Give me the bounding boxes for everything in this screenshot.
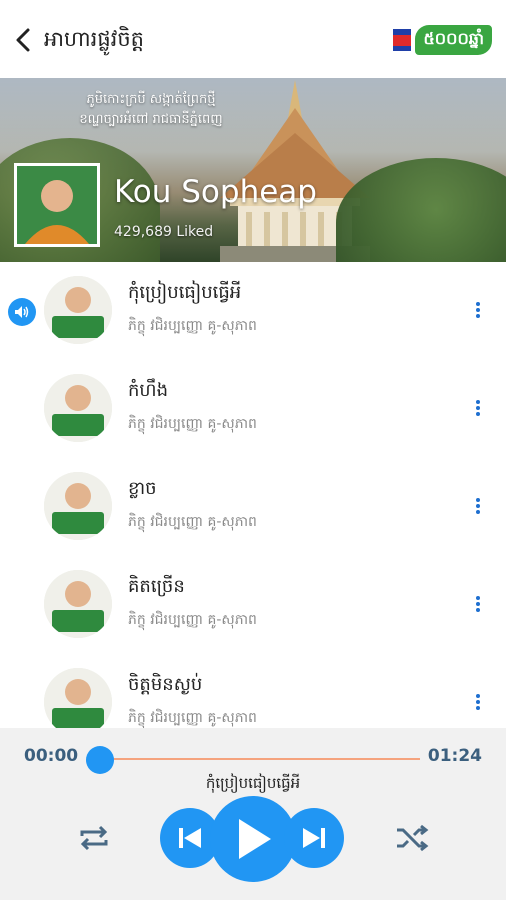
track-thumbnail	[44, 374, 112, 442]
repeat-icon	[80, 825, 108, 851]
duration: 01:24	[427, 746, 482, 766]
now-playing-title: កុំប្រៀបធៀបធ្វើអី	[205, 774, 301, 792]
back-button[interactable]	[10, 22, 36, 58]
track-row[interactable]: គិតច្រើន ភិក្ខុ វជិរប្បញ្ញោ គូ-សុភាព	[0, 556, 506, 654]
track-artist: ភិក្ខុ វជិរប្បញ្ញោ គូ-សុភាព	[128, 318, 257, 334]
skip-previous-icon	[179, 828, 201, 848]
page-title: អាហារផ្លូវចិត្ត	[44, 27, 144, 51]
track-thumbnail	[44, 668, 112, 728]
track-artist: ភិក្ខុ វជិរប្បញ្ញោ គូ-សុភាព	[128, 514, 257, 530]
track-title: គិតច្រើន	[128, 576, 185, 597]
track-artist: ភិក្ខុ វជិរប្បញ្ញោ គូ-សុភាព	[128, 612, 257, 628]
current-time: 00:00	[24, 746, 79, 766]
track-artist: ភិក្ខុ វជិរប្បញ្ញោ គូ-សុភាព	[128, 710, 257, 726]
app-logo: ៥០០០ឆ្នាំ	[393, 22, 492, 58]
artist-avatar[interactable]	[14, 163, 100, 247]
more-options-button[interactable]	[472, 494, 484, 518]
more-options-button[interactable]	[472, 690, 484, 714]
liked-count: 429,689 Liked	[114, 224, 214, 240]
track-row[interactable]: កុំប្រៀបធៀបធ្វើអី ភិក្ខុ វជិរប្បញ្ញោ គូ-…	[0, 262, 506, 360]
repeat-button[interactable]	[74, 820, 114, 856]
monk-thumbnail-image	[44, 472, 112, 540]
track-title: កំហឹង	[128, 380, 168, 401]
app-header: អាហារផ្លូវចិត្ត ៥០០០ឆ្នាំ	[0, 0, 506, 78]
monk-thumbnail-image	[44, 374, 112, 442]
artist-banner: ភូមិកោះក្របី សង្កាត់ព្រែកថ្មី ខណ្ឌច្បារអ…	[0, 78, 506, 262]
next-button[interactable]	[284, 808, 344, 868]
monk-thumbnail-image	[44, 570, 112, 638]
track-row[interactable]: ខ្លាច ភិក្ខុ វជិរប្បញ្ញោ គូ-សុភាព	[0, 458, 506, 556]
track-row[interactable]: ចិត្តមិនស្ងប់ ភិក្ខុ វជិរប្បញ្ញោ គូ-សុភា…	[0, 654, 506, 728]
more-options-button[interactable]	[472, 592, 484, 616]
track-title: ចិត្តមិនស្ងប់	[128, 674, 203, 695]
caption-line: ភូមិកោះក្របី សង្កាត់ព្រែកថ្មី	[86, 92, 216, 107]
track-title: កុំប្រៀបធៀបធ្វើអី	[128, 282, 242, 303]
monk-thumbnail-image	[44, 276, 112, 344]
track-thumbnail	[44, 276, 112, 344]
speaker-icon	[15, 306, 29, 318]
seek-bar[interactable]	[100, 758, 420, 760]
more-options-button[interactable]	[472, 298, 484, 322]
banner-caption: ភូមិកោះក្របី សង្កាត់ព្រែកថ្មី ខណ្ឌច្បារអ…	[56, 90, 246, 130]
logo-text: ៥០០០ឆ្នាំ	[415, 25, 492, 55]
monk-thumbnail-image	[44, 668, 112, 728]
more-options-button[interactable]	[472, 396, 484, 420]
audio-player: 00:00 01:24 កុំប្រៀបធៀបធ្វើអី	[0, 728, 506, 900]
track-row[interactable]: កំហឹង ភិក្ខុ វជិរប្បញ្ញោ គូ-សុភាព	[0, 360, 506, 458]
chevron-left-icon	[16, 28, 30, 52]
shuffle-button[interactable]	[392, 820, 432, 856]
track-thumbnail	[44, 570, 112, 638]
track-list: កុំប្រៀបធៀបធ្វើអី ភិក្ខុ វជិរប្បញ្ញោ គូ-…	[0, 262, 506, 728]
monk-portrait-image	[17, 166, 97, 244]
shuffle-icon	[397, 824, 429, 852]
skip-next-icon	[303, 828, 325, 848]
track-artist: ភិក្ខុ វជិរប្បញ្ញោ គូ-សុភាព	[128, 416, 257, 432]
track-thumbnail	[44, 472, 112, 540]
artist-name: Kou Sopheap	[114, 174, 317, 210]
caption-line: ខណ្ឌច្បារអំពៅ រាជធានីភ្នំពេញ	[79, 112, 223, 127]
now-playing-indicator	[8, 298, 36, 326]
play-icon	[239, 819, 271, 859]
track-title: ខ្លាច	[128, 478, 157, 499]
seek-handle[interactable]	[86, 746, 114, 774]
cambodia-flag-icon	[393, 29, 412, 51]
